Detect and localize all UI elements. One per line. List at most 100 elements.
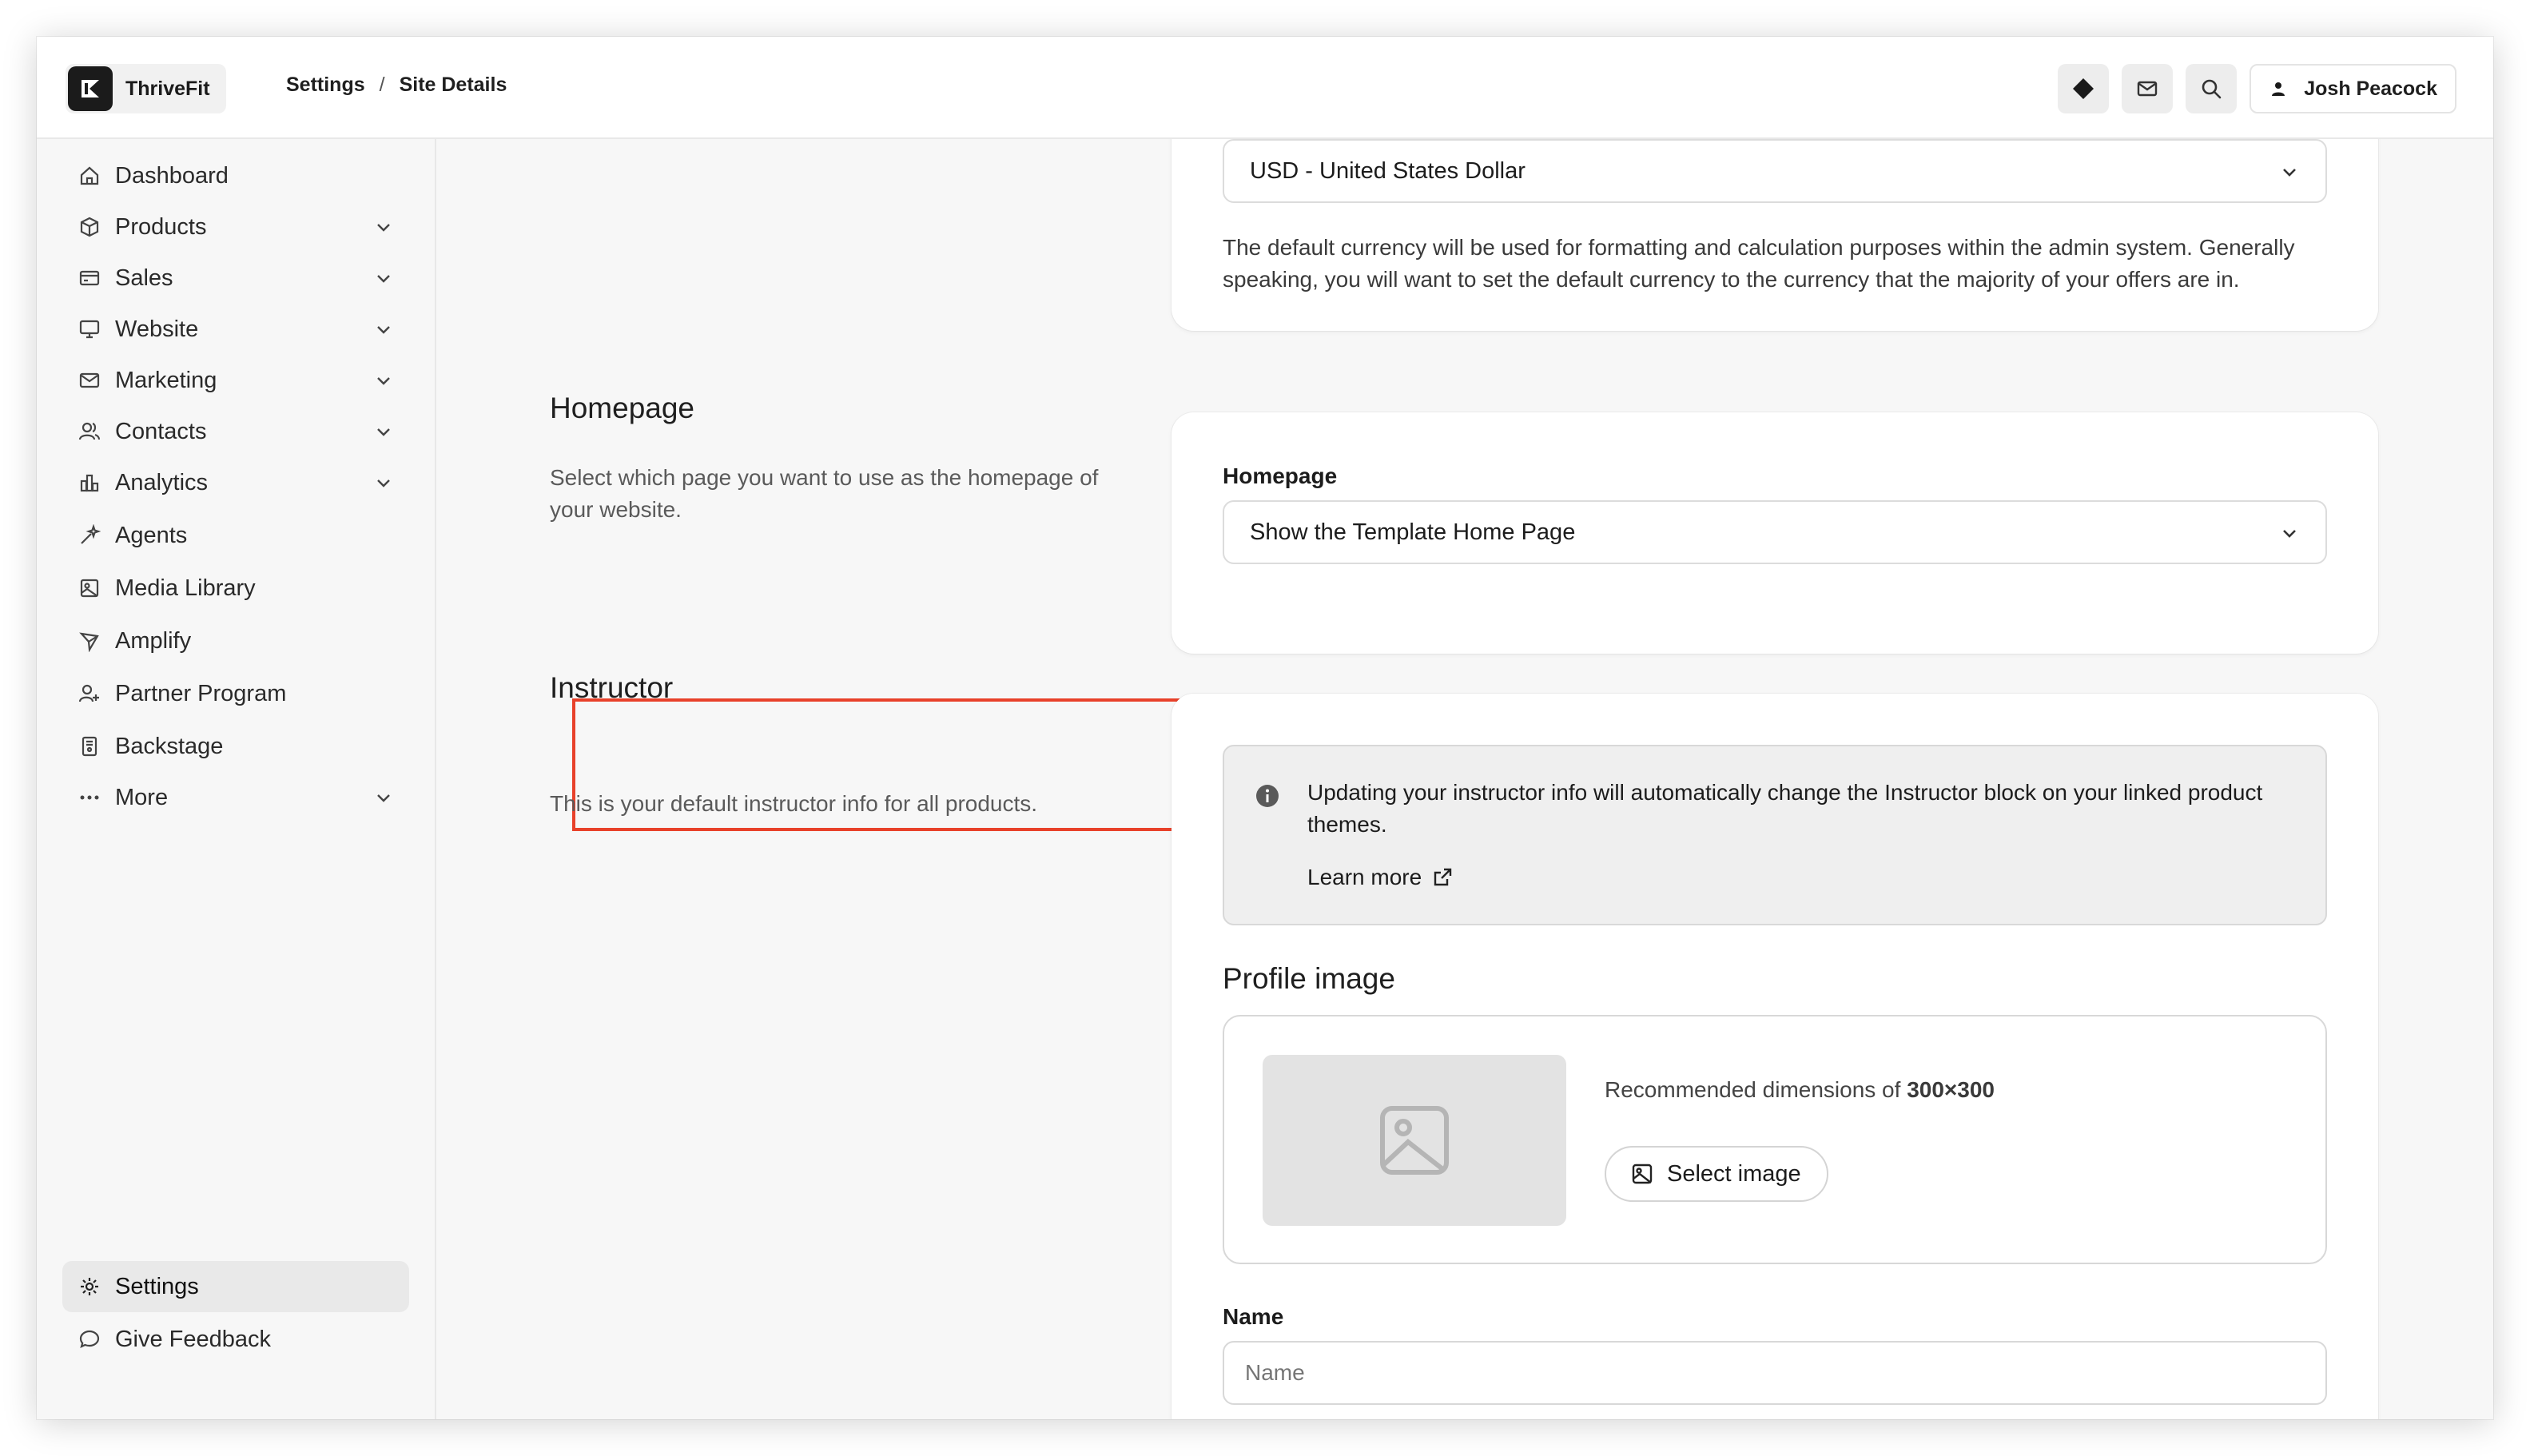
sidebar-item-label: Dashboard — [115, 162, 229, 189]
bar-chart-icon — [77, 470, 102, 495]
sidebar-item-label: Website — [115, 316, 199, 342]
external-link-icon — [1434, 868, 1452, 886]
diamond-icon — [2073, 78, 2094, 99]
sidebar-item-label: More — [115, 784, 169, 810]
dots-icon — [77, 785, 102, 810]
image-icon — [77, 575, 102, 601]
sidebar-item-label: Partner Program — [115, 680, 287, 706]
user-name: Josh Peacock — [2304, 77, 2437, 100]
sidebar-item-backstage[interactable]: Backstage — [62, 721, 409, 772]
gear-icon — [77, 1274, 102, 1299]
profile-image-placeholder — [1263, 1055, 1566, 1226]
instructor-section-title: Instructor — [550, 671, 674, 704]
profile-image-heading: Profile image — [1223, 962, 1395, 995]
select-image-button[interactable]: Select image — [1605, 1146, 1828, 1202]
sidebar-item-amplify[interactable]: Amplify — [62, 615, 409, 666]
sidebar: Dashboard Products Sales Website Marketi… — [37, 139, 436, 1419]
search-icon — [2202, 79, 2222, 99]
sparkle-icon — [77, 523, 102, 548]
name-input[interactable] — [1223, 1341, 2327, 1405]
user-icon — [2262, 73, 2294, 105]
sidebar-item-partner-program[interactable]: Partner Program — [62, 668, 409, 719]
chevron-down-icon — [2283, 169, 2296, 177]
instructor-info-text: Updating your instructor info will autom… — [1307, 780, 2263, 837]
top-actions: Josh Peacock — [2058, 64, 2456, 113]
sidebar-item-give-feedback[interactable]: Give Feedback — [62, 1314, 409, 1365]
sidebar-item-label: Sales — [115, 265, 173, 291]
sidebar-item-settings[interactable]: Settings — [62, 1261, 409, 1312]
profile-image-uploader: Recommended dimensions of 300×300 Select… — [1223, 1015, 2327, 1264]
image-placeholder-icon — [1380, 1106, 1449, 1175]
chevron-down-icon — [377, 326, 390, 334]
breadcrumb-current: Site Details — [399, 74, 507, 96]
homepage-field-label: Homepage — [1223, 463, 1338, 488]
info-icon — [1256, 785, 1279, 807]
brand-name: ThriveFit — [125, 77, 210, 100]
recommended-dimensions-prefix: Recommended dimensions of — [1605, 1077, 1901, 1102]
recommended-dimensions-value: 300×300 — [1907, 1077, 1995, 1102]
chevron-down-icon — [377, 479, 390, 487]
inbox-button[interactable] — [2122, 64, 2174, 113]
learn-more-link[interactable]: Learn more — [1307, 865, 1454, 890]
chevron-down-icon — [377, 224, 390, 232]
currency-help-text: The default currency will be used for fo… — [1223, 235, 2295, 292]
instructor-card: Updating your instructor info will autom… — [1172, 694, 2378, 1419]
homepage-section-title: Homepage — [550, 392, 695, 424]
home-icon — [77, 163, 102, 189]
recommended-dimensions: Recommended dimensions of 300×300 — [1605, 1077, 1995, 1103]
sidebar-item-agents[interactable]: Agents — [62, 510, 409, 561]
homepage-card: Homepage Show the Template Home Page — [1172, 412, 2378, 654]
currency-card: USD - United States Dollar The default c… — [1172, 139, 2378, 331]
chat-icon — [77, 1327, 102, 1352]
instructor-info-callout: Updating your instructor info will autom… — [1223, 745, 2327, 925]
sidebar-item-label: Products — [115, 213, 207, 240]
mail-icon — [77, 368, 102, 393]
homepage-section-description: Select which page you want to use as the… — [550, 465, 1099, 522]
image-icon — [1632, 1164, 1653, 1184]
monitor-icon — [77, 316, 102, 342]
chevron-down-icon — [377, 794, 390, 802]
sidebar-item-marketing[interactable]: Marketing — [62, 355, 409, 406]
breadcrumb: Settings / Site Details — [286, 74, 507, 97]
send-icon — [77, 628, 102, 654]
instructor-section-description: This is your default instructor info for… — [550, 791, 1038, 816]
brand-logo-icon — [68, 66, 113, 111]
user-plus-icon — [77, 681, 102, 706]
breadcrumb-separator: / — [379, 74, 385, 96]
sidebar-item-media-library[interactable]: Media Library — [62, 563, 409, 614]
sidebar-item-products[interactable]: Products — [62, 201, 409, 253]
search-button[interactable] — [2186, 64, 2238, 113]
mail-icon — [2138, 81, 2158, 97]
sidebar-item-label: Give Feedback — [115, 1326, 272, 1352]
sidebar-item-label: Marketing — [115, 367, 217, 393]
app-window: ThriveFit Settings / Site Details Josh P… — [37, 37, 2493, 1419]
sidebar-item-label: Agents — [115, 522, 188, 548]
homepage-select-value: Show the Template Home Page — [1250, 519, 1576, 545]
main-content: USD - United States Dollar The default c… — [436, 139, 2493, 1419]
sidebar-item-label: Contacts — [115, 418, 207, 444]
select-image-label: Select image — [1667, 1160, 1801, 1187]
top-bar: ThriveFit Settings / Site Details Josh P… — [37, 37, 2493, 139]
sidebar-item-more[interactable]: More — [62, 772, 409, 823]
chevron-down-icon — [377, 377, 390, 385]
sidebar-item-dashboard[interactable]: Dashboard — [62, 150, 409, 201]
sidebar-item-website[interactable]: Website — [62, 304, 409, 355]
diamond-button[interactable] — [2058, 64, 2110, 113]
sidebar-item-label: Media Library — [115, 575, 256, 601]
sidebar-item-sales[interactable]: Sales — [62, 253, 409, 304]
name-field-label: Name — [1223, 1304, 1284, 1329]
learn-more-label: Learn more — [1307, 865, 1422, 889]
chevron-down-icon — [377, 275, 390, 283]
sidebar-item-label: Amplify — [115, 627, 192, 654]
chevron-down-icon — [377, 428, 390, 436]
sidebar-item-label: Analytics — [115, 469, 209, 495]
chevron-down-icon — [2283, 530, 2296, 538]
users-icon — [77, 419, 102, 444]
sidebar-item-analytics[interactable]: Analytics — [62, 457, 409, 508]
currency-select[interactable]: USD - United States Dollar — [1223, 139, 2327, 203]
breadcrumb-settings[interactable]: Settings — [286, 74, 365, 97]
user-menu-button[interactable]: Josh Peacock — [2250, 64, 2456, 113]
sidebar-item-contacts[interactable]: Contacts — [62, 406, 409, 457]
workspace-switcher[interactable]: ThriveFit — [66, 64, 226, 113]
homepage-select[interactable]: Show the Template Home Page — [1223, 500, 2327, 564]
